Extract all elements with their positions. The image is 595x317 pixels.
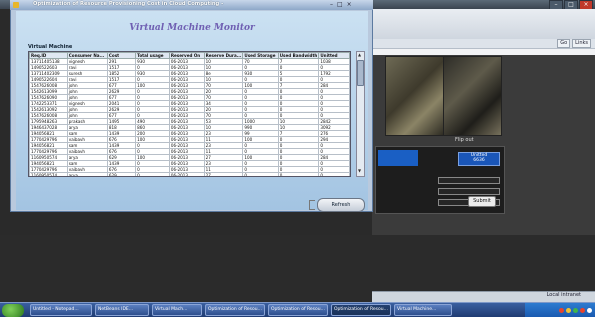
browser-nav-strip: Go Links [372,39,595,49]
scroll-up-icon[interactable]: ▲ [357,52,362,58]
minimize-icon[interactable]: – [330,1,333,8]
value-box: Unitted 6636 [458,152,500,166]
page-title: Virtual Machine Monitor [129,23,255,33]
maximize-icon[interactable]: □ [337,1,343,8]
tray-icon[interactable] [566,307,571,313]
photo-image-2 [443,56,502,136]
blue-box [378,150,418,166]
table-cell: 1160950574 [29,172,68,176]
go-button[interactable]: Go [557,39,571,48]
scrollbar-thumb[interactable] [357,60,364,86]
scroll-down-icon[interactable]: ▼ [357,168,362,174]
task-button[interactable]: Virtual Mach... [152,304,202,316]
button-group-bracket [309,200,315,210]
table-cell: arya [66,172,108,176]
refresh-button[interactable]: Refresh [317,198,365,212]
form-field[interactable] [438,188,500,195]
table-cell: 27 [203,172,244,176]
value-box-value: 6636 [473,158,485,163]
task-button[interactable]: Virtual Machine... [394,304,452,316]
column-header[interactable]: Reserved On [168,52,205,59]
links-button[interactable]: Links [572,39,591,48]
task-button[interactable]: NetBeans IDE... [95,304,149,316]
form-field[interactable] [438,177,500,184]
tray-icon[interactable] [573,307,578,313]
vm-table[interactable]: Req.ID Consumer Na... Cost Total usage R… [28,51,351,177]
submit-button[interactable]: Submit [468,196,496,207]
task-button[interactable]: Optimization of Resou... [205,304,265,316]
app-icon [13,2,19,8]
table-cell: 0 [277,172,320,176]
tray-icon[interactable] [587,307,592,313]
image-caption: Flip out [455,137,474,143]
table-cell: 0 [318,172,350,176]
close-icon[interactable]: × [347,1,352,8]
table-row[interactable]: 1160950574 arya 629 0 06-2013 27 0 0 0 [29,172,350,176]
system-tray [525,303,595,317]
tray-icon[interactable] [580,307,585,313]
tray-alert-icon[interactable] [559,307,564,313]
column-header[interactable]: Reserve Dura... [203,52,244,59]
table-cell: 0 [242,172,279,176]
photo-image [385,56,445,136]
task-button[interactable]: Optimization of Resou... [331,304,391,316]
column-header[interactable]: Used Storage [242,52,279,59]
table-cell: 629 [106,172,137,176]
zone-text: Local intranet [546,292,581,298]
table-cell: 0 [135,172,170,176]
outer-window-controls: – □ × [549,0,593,10]
column-header[interactable]: Used Bandwidth [277,52,320,59]
browser-toolbar [372,9,595,40]
table-cell: 06-2013 [168,172,205,176]
task-button[interactable]: Untitled - Notepad... [30,304,92,316]
app-window-title: Optimization of Resource Provisioning Co… [33,1,224,7]
taskbar: Untitled - Notepad... NetBeans IDE... Vi… [0,302,595,317]
start-button[interactable] [2,303,24,317]
section-label: Virtual Machine [28,44,73,50]
table-header-row: Req.ID Consumer Na... Cost Total usage R… [29,52,350,59]
app-window-controls: – □ × [330,1,352,8]
column-header[interactable]: Consumer Na... [66,52,108,59]
task-button[interactable]: Optimization of Resou... [268,304,328,316]
